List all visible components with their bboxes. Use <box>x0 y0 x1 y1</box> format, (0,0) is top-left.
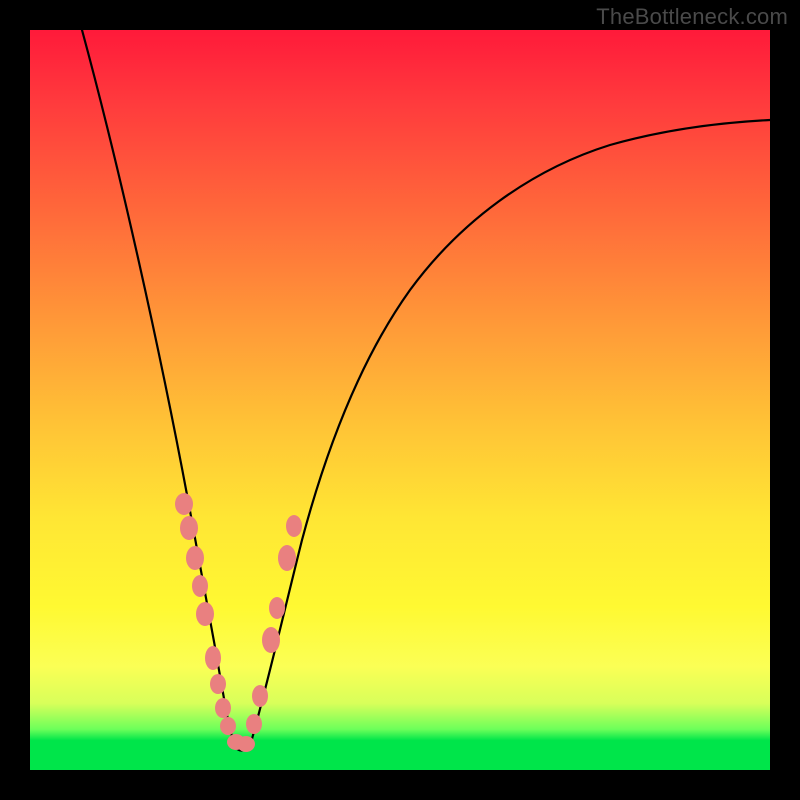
curve-right-branch <box>250 120 770 746</box>
marker-dot <box>262 627 280 653</box>
marker-dot <box>192 575 208 597</box>
marker-dot <box>286 515 302 537</box>
marker-dot <box>175 493 193 515</box>
curve-layer <box>30 30 770 770</box>
marker-dot <box>205 646 221 670</box>
marker-dot <box>237 736 255 752</box>
plot-area <box>30 30 770 770</box>
marker-dot <box>180 516 198 540</box>
marker-dot <box>210 674 226 694</box>
marker-dot <box>269 597 285 619</box>
marker-dot <box>215 698 231 718</box>
marker-group <box>175 493 302 752</box>
marker-dot <box>186 546 204 570</box>
marker-dot <box>246 714 262 734</box>
watermark-text: TheBottleneck.com <box>596 4 788 30</box>
marker-dot <box>252 685 268 707</box>
marker-dot <box>196 602 214 626</box>
curve-left-branch <box>82 30 236 748</box>
chart-frame: TheBottleneck.com <box>0 0 800 800</box>
marker-dot <box>278 545 296 571</box>
marker-dot <box>220 717 236 735</box>
